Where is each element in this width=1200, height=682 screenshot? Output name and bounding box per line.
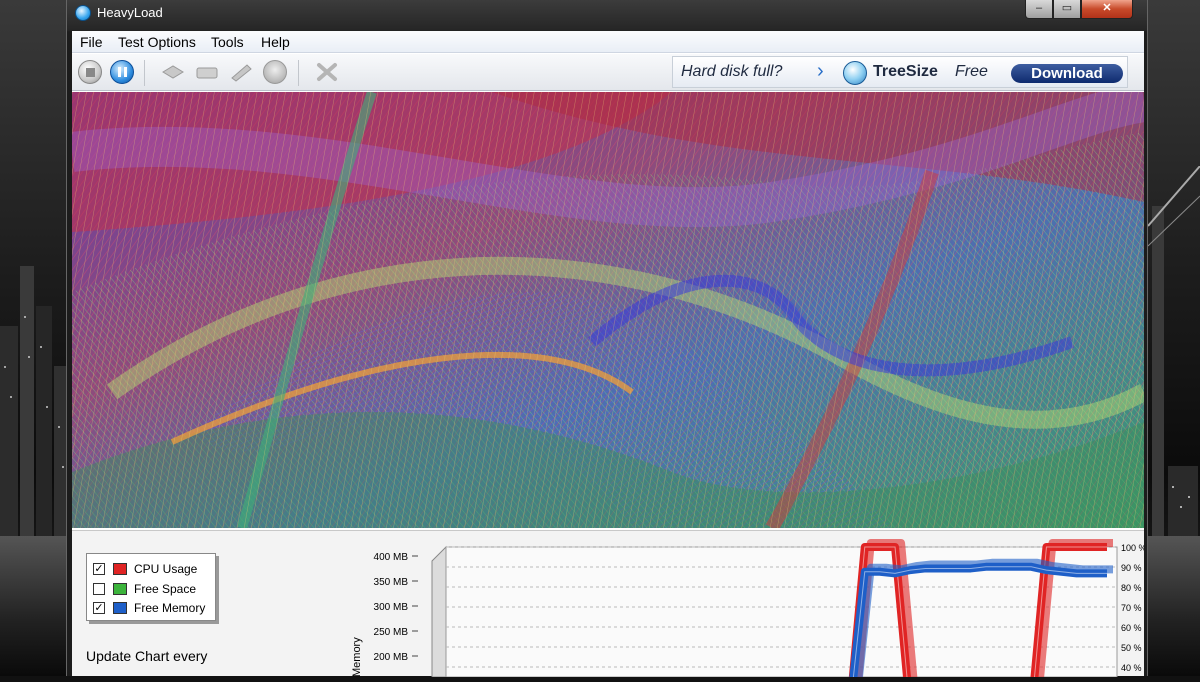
menu-help[interactable]: Help: [261, 34, 290, 50]
disk-test-button[interactable]: [194, 59, 220, 85]
left-axis-tick-label: 300 MB: [374, 602, 409, 613]
app-window: HeavyLoad – ▭ ✕ File Test Options Tools …: [66, 0, 1176, 682]
tools-icon: [317, 63, 337, 81]
window-title: HeavyLoad: [97, 5, 163, 20]
toolbar: Hard disk full? › TreeSize Free Download: [72, 54, 1144, 91]
stress-test-graphics: [72, 92, 1144, 528]
chart-legend: ✓ CPU Usage Free Space ✓ Free Memory: [86, 553, 216, 621]
bridge-right: [1148, 166, 1200, 546]
pause-button[interactable]: [109, 59, 135, 85]
city-skyline-left: [0, 266, 70, 546]
menu-test-options[interactable]: Test Options: [118, 34, 196, 50]
left-axis-tick-label: 200 MB: [374, 652, 409, 663]
user-icon: [263, 60, 287, 84]
promo-brand-suffix: Free: [955, 63, 988, 80]
disk-icon: [196, 67, 218, 79]
cpu-usage-swatch: [113, 562, 127, 575]
gpu-test-graphics-area: [72, 92, 1144, 528]
left-axis-tick-label: 350 MB: [374, 577, 409, 588]
right-axis-tick-label: 70 %: [1121, 603, 1142, 613]
menu-file[interactable]: File: [80, 34, 103, 50]
toolbar-separator: [298, 60, 299, 86]
download-button[interactable]: Download: [1011, 64, 1123, 83]
stop-button[interactable]: [77, 59, 103, 85]
memory-icon: [231, 64, 252, 82]
right-axis-tick-label: 90 %: [1121, 563, 1142, 573]
memory-test-button[interactable]: [228, 59, 254, 85]
right-axis-tick-label: 50 %: [1121, 643, 1142, 653]
client-area: File Test Options Tools Help Hard disk f…: [72, 31, 1176, 682]
tools-button[interactable]: [314, 59, 340, 85]
promo-brand: TreeSize: [873, 63, 938, 80]
update-chart-label: Update Chart every: [86, 648, 208, 664]
free-memory-checkbox[interactable]: ✓: [93, 601, 105, 614]
left-axis-tick-label: 400 MB: [374, 552, 409, 563]
free-memory-swatch: [113, 601, 127, 614]
treesize-promo-banner[interactable]: Hard disk full? › TreeSize Free Download: [672, 56, 1128, 88]
legend-item-free-space[interactable]: Free Space: [93, 580, 196, 597]
maximize-button[interactable]: ▭: [1053, 0, 1081, 19]
right-axis-tick-label: 60 %: [1121, 623, 1142, 633]
close-button[interactable]: ✕: [1081, 0, 1133, 19]
menu-tools[interactable]: Tools: [211, 34, 244, 50]
free-space-checkbox[interactable]: [93, 582, 105, 595]
user-simulation-button[interactable]: [262, 59, 288, 85]
left-axis-label: Memory: [351, 637, 363, 677]
cpu-icon: [162, 65, 184, 79]
legend-item-free-memory[interactable]: ✓ Free Memory: [93, 599, 205, 616]
legend-item-cpu-usage[interactable]: ✓ CPU Usage: [93, 560, 197, 577]
menu-bar: File Test Options Tools Help: [72, 31, 1144, 53]
heavyload-app-icon: [75, 5, 91, 21]
left-axis-tick-label: 250 MB: [374, 627, 409, 638]
chevron-right-icon: ›: [817, 60, 824, 82]
right-axis-tick-label: 40 %: [1121, 663, 1142, 673]
pause-icon: [110, 60, 134, 84]
right-axis-tick-label: 80 %: [1121, 583, 1142, 593]
cpu-usage-checkbox[interactable]: ✓: [93, 562, 105, 575]
legend-label: CPU Usage: [134, 561, 198, 576]
cpu-test-button[interactable]: [160, 59, 186, 85]
treesize-logo-icon: [843, 61, 867, 85]
minimize-button[interactable]: –: [1025, 0, 1053, 19]
status-chart-panel: ✓ CPU Usage Free Space ✓ Free Memory Upd…: [72, 530, 1176, 682]
resource-chart: 400 MB 350 MB 300 MB 250 MB 200 MB Memory 100 …: [272, 536, 1176, 682]
free-space-swatch: [113, 582, 127, 595]
stop-icon: [78, 60, 102, 84]
legend-label: Free Memory: [134, 600, 206, 615]
title-bar[interactable]: HeavyLoad – ▭ ✕: [67, 0, 1147, 30]
resource-chart-svg: 400 MB 350 MB 300 MB 250 MB 200 MB Memory 100 …: [351, 539, 1176, 682]
legend-label: Free Space: [134, 581, 197, 596]
right-axis-tick-label: 100 %: [1121, 543, 1144, 553]
promo-text: Hard disk full?: [681, 63, 783, 80]
toolbar-separator: [144, 60, 145, 86]
chart-side-wall: [431, 545, 447, 678]
